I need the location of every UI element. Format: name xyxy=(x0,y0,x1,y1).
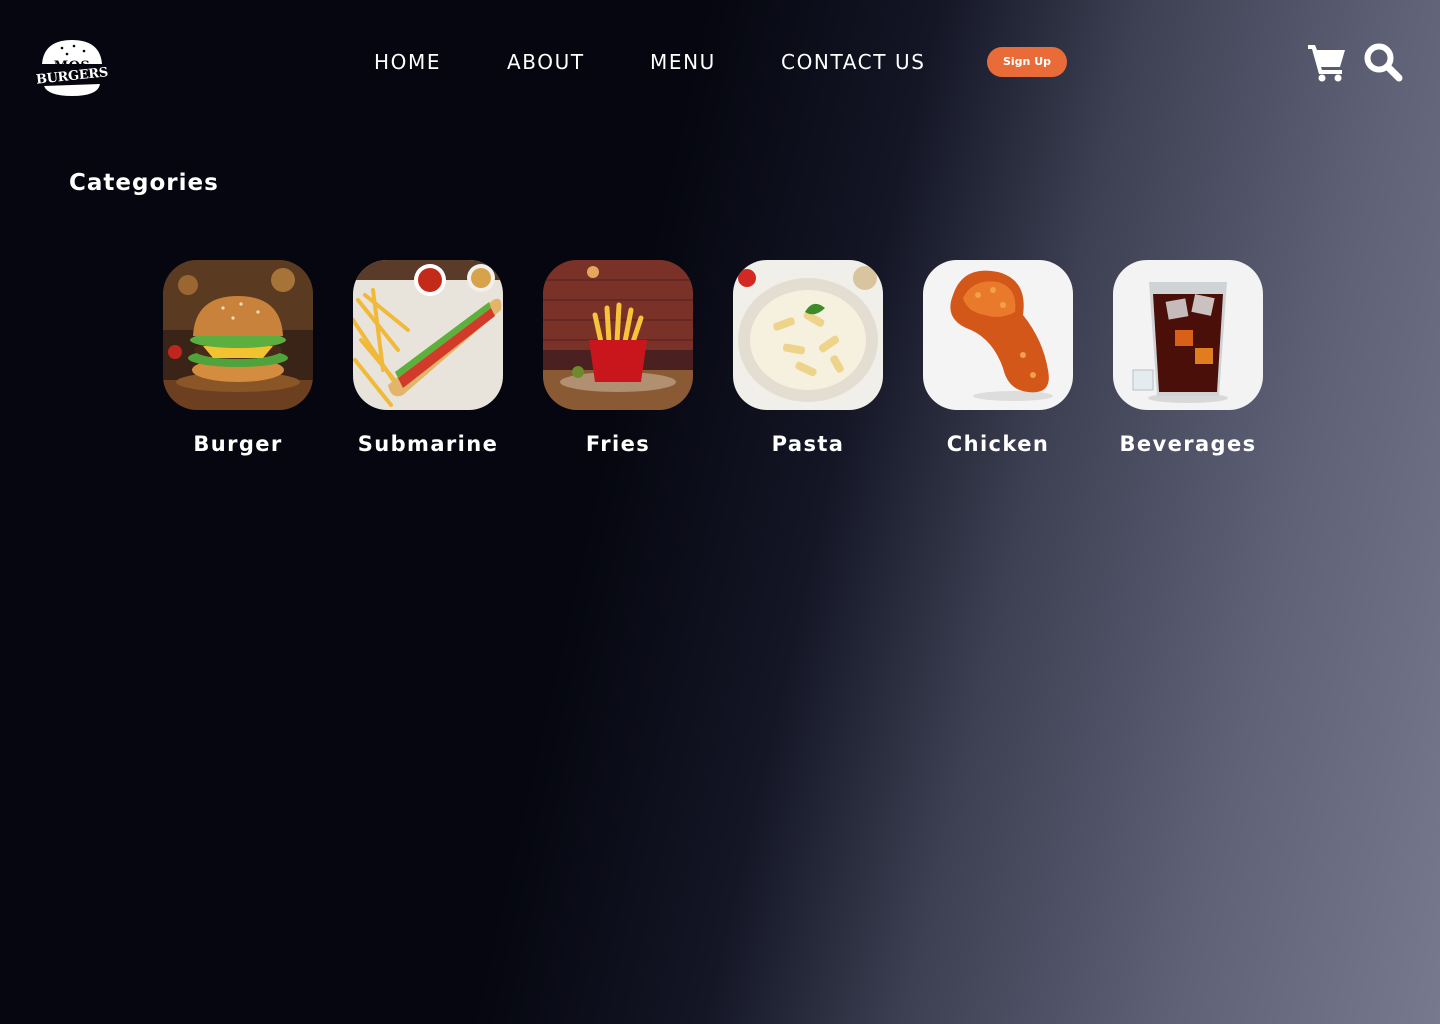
search-button[interactable] xyxy=(1363,42,1403,82)
beverages-image xyxy=(1113,260,1263,410)
category-label: Chicken xyxy=(946,432,1050,456)
category-submarine[interactable]: Submarine xyxy=(353,260,503,456)
category-beverages[interactable]: Beverages xyxy=(1113,260,1263,456)
fries-image xyxy=(543,260,693,410)
category-label: Pasta xyxy=(771,432,845,456)
category-chicken[interactable]: Chicken xyxy=(923,260,1073,456)
category-burger[interactable]: Burger xyxy=(163,260,313,456)
category-fries[interactable]: Fries xyxy=(543,260,693,456)
submarine-image xyxy=(353,260,503,410)
cart-button[interactable] xyxy=(1308,42,1346,82)
category-label: Burger xyxy=(193,432,283,456)
nav-menu[interactable]: MENU xyxy=(650,48,716,76)
category-label: Submarine xyxy=(357,432,499,456)
burger-image xyxy=(163,260,313,410)
category-label: Fries xyxy=(585,432,651,456)
cart-icon xyxy=(1308,45,1345,82)
sign-up-button[interactable]: Sign Up xyxy=(987,47,1067,77)
pasta-image xyxy=(733,260,883,410)
category-pasta[interactable]: Pasta xyxy=(733,260,883,456)
nav-home[interactable]: HOME xyxy=(374,48,441,76)
brand-logo[interactable]: MOS BURGERS xyxy=(34,38,110,100)
nav-about[interactable]: ABOUT xyxy=(507,48,585,76)
nav-contact-us[interactable]: CONTACT US xyxy=(781,48,926,76)
categories-heading: Categories xyxy=(69,170,219,196)
search-icon xyxy=(1364,43,1403,82)
chicken-image xyxy=(923,260,1073,410)
category-label: Beverages xyxy=(1119,432,1257,456)
